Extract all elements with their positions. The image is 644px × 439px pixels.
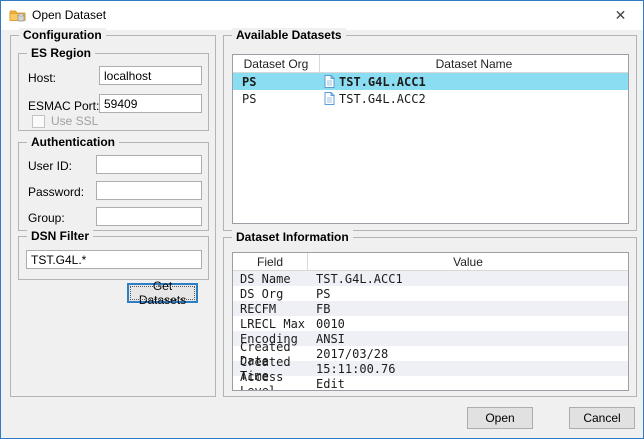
dsn-filter-input[interactable]	[26, 250, 202, 269]
info-row: LRECL Max 0010	[233, 316, 628, 331]
use-ssl-row: Use SSL	[32, 114, 98, 128]
group-label: Group:	[28, 211, 65, 225]
column-header-value[interactable]: Value	[308, 253, 628, 270]
column-header-dataset-name[interactable]: Dataset Name	[320, 55, 628, 72]
available-datasets-header: Dataset Org Dataset Name	[233, 55, 628, 73]
esmac-port-input[interactable]	[99, 94, 202, 113]
dataset-org-cell: PS	[233, 75, 320, 89]
available-datasets-group-label: Available Datasets	[232, 28, 346, 42]
user-id-label: User ID:	[28, 159, 72, 173]
configuration-group-label: Configuration	[19, 28, 106, 42]
dataset-information-group: Dataset Information Field Value DS Name …	[223, 237, 637, 397]
dataset-name-cell: TST.G4L.ACC2	[320, 92, 628, 106]
available-datasets-list: Dataset Org Dataset Name PS TST.G4L.ACC1…	[232, 54, 629, 224]
dataset-name-cell: TST.G4L.ACC1	[320, 75, 628, 89]
column-header-field[interactable]: Field	[233, 253, 308, 270]
info-row: RECFM FB	[233, 301, 628, 316]
document-icon	[324, 92, 335, 105]
dsn-filter-group: DSN Filter	[18, 236, 209, 280]
get-datasets-button[interactable]: Get Datasets	[127, 283, 198, 303]
authentication-group-label: Authentication	[27, 135, 119, 149]
info-row: DS Org PS	[233, 286, 628, 301]
open-dataset-dialog: Open Dataset ✕ Configuration ES Region H…	[0, 0, 644, 439]
cancel-button[interactable]: Cancel	[569, 407, 635, 429]
group-input[interactable]	[96, 207, 202, 226]
host-label: Host:	[28, 71, 56, 85]
dataset-row-selected[interactable]: PS TST.G4L.ACC1	[233, 73, 628, 90]
document-icon	[324, 75, 335, 88]
close-icon[interactable]: ✕	[598, 1, 643, 29]
use-ssl-checkbox	[32, 115, 45, 128]
dataset-information-header: Field Value	[233, 253, 628, 271]
authentication-group: Authentication User ID: Password: Group:	[18, 142, 209, 231]
open-button[interactable]: Open	[467, 407, 533, 429]
es-region-group: ES Region Host: ESMAC Port: Use SSL	[18, 53, 209, 131]
info-row: DS Name TST.G4L.ACC1	[233, 271, 628, 286]
use-ssl-label: Use SSL	[51, 114, 98, 128]
dataset-org-cell: PS	[233, 92, 320, 106]
column-header-dataset-org[interactable]: Dataset Org	[233, 55, 320, 72]
host-input[interactable]	[99, 66, 202, 85]
dsn-filter-group-label: DSN Filter	[27, 229, 93, 243]
title-bar[interactable]: Open Dataset ✕	[1, 1, 643, 30]
password-label: Password:	[28, 185, 84, 199]
es-region-group-label: ES Region	[27, 46, 95, 60]
info-row: Access Level Edit	[233, 376, 628, 391]
dataset-information-list: Field Value DS Name TST.G4L.ACC1 DS Org …	[232, 252, 629, 391]
dataset-information-rows: DS Name TST.G4L.ACC1 DS Org PS RECFM FB …	[233, 271, 628, 391]
configuration-group: Configuration ES Region Host: ESMAC Port…	[10, 35, 216, 397]
dataset-information-group-label: Dataset Information	[232, 230, 353, 244]
dataset-row[interactable]: PS TST.G4L.ACC2	[233, 90, 628, 107]
window-title: Open Dataset	[32, 8, 106, 22]
esmac-port-label: ESMAC Port:	[28, 99, 99, 113]
user-id-input[interactable]	[96, 155, 202, 174]
app-folder-icon	[9, 7, 26, 24]
password-input[interactable]	[96, 181, 202, 200]
available-datasets-group: Available Datasets Dataset Org Dataset N…	[223, 35, 637, 231]
